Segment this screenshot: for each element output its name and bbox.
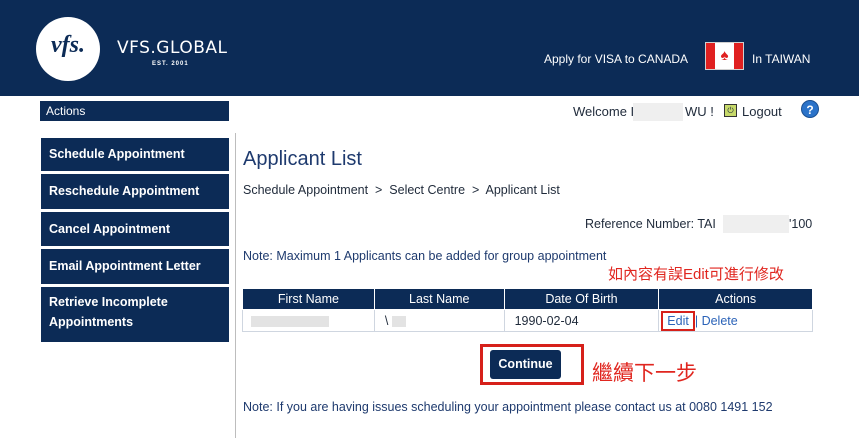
country-text: In TAIWAN	[752, 52, 811, 66]
canada-flag-icon: ♠	[705, 42, 744, 70]
sidebar-item-cancel-appointment[interactable]: Cancel Appointment	[41, 212, 229, 246]
applicant-table: First Name Last Name Date Of Birth Actio…	[242, 288, 813, 332]
edit-link[interactable]: Edit	[661, 310, 695, 331]
cell-last-name: \	[373, 309, 505, 332]
logout-icon[interactable]: ⏻	[724, 104, 737, 117]
delete-link[interactable]: Delete	[702, 314, 738, 328]
continue-annotation: 繼續下一步	[592, 362, 697, 385]
site-header: vfs. VFS.GLOBAL EST. 2001 Apply for VISA…	[0, 0, 859, 96]
page-title: Applicant List	[243, 148, 362, 170]
redacted-name	[633, 103, 683, 121]
welcome-text: Welcome I	[573, 104, 635, 119]
logout-link[interactable]: Logout	[742, 104, 782, 119]
continue-button[interactable]: Continue	[490, 350, 561, 379]
redacted-reference	[723, 215, 789, 233]
apply-visa-text: Apply for VISA to CANADA	[544, 52, 689, 66]
reference-number-label: Reference Number: TAI	[585, 217, 716, 231]
cell-actions: Edit | Delete	[658, 309, 813, 332]
col-last-name: Last Name	[373, 288, 505, 310]
group-note: Note: Maximum 1 Applicants can be added …	[243, 249, 607, 263]
table-row: \ 1990-02-04 Edit | Delete	[242, 309, 813, 332]
brand-name: VFS.GLOBAL	[117, 38, 228, 58]
cell-dob: 1990-02-04	[503, 309, 660, 332]
content-divider	[235, 133, 236, 438]
edit-annotation: 如內容有誤Edit可進行修改	[608, 266, 784, 283]
logo-text: vfs.	[51, 32, 85, 58]
welcome-last-name: WU !	[685, 104, 714, 119]
brand-est: EST. 2001	[152, 61, 189, 67]
contact-note: Note: If you are having issues schedulin…	[243, 400, 773, 414]
redacted-last-name	[391, 315, 406, 327]
action-separator: |	[694, 313, 699, 328]
breadcrumb: Schedule Appointment > Select Centre > A…	[243, 183, 560, 197]
last-name-initial: \	[384, 313, 389, 328]
reference-number-tail: '100	[789, 217, 813, 231]
vfs-logo[interactable]: vfs.	[36, 17, 100, 81]
sidebar-heading: Actions	[40, 101, 229, 121]
col-first-name: First Name	[242, 288, 375, 310]
help-icon[interactable]: ?	[801, 100, 819, 118]
col-dob: Date Of Birth	[503, 288, 660, 310]
redacted-first-name	[251, 315, 329, 327]
cell-first-name	[242, 309, 375, 332]
col-actions: Actions	[658, 288, 813, 310]
sidebar-item-schedule-appointment[interactable]: Schedule Appointment	[41, 138, 229, 171]
sidebar-item-email-appointment-letter[interactable]: Email Appointment Letter	[41, 249, 229, 284]
sidebar-item-reschedule-appointment[interactable]: Reschedule Appointment	[41, 174, 229, 209]
table-header-row: First Name Last Name Date Of Birth Actio…	[242, 288, 813, 310]
sidebar-item-retrieve-incomplete[interactable]: Retrieve Incomplete Appointments	[41, 287, 229, 342]
